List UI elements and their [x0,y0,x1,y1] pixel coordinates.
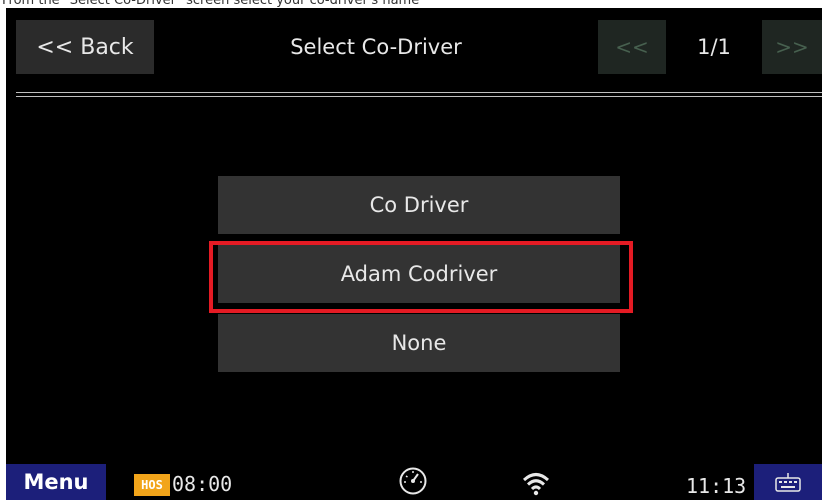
page-indicator: 1/1 [697,35,731,59]
hos-badge: HOS [134,474,170,496]
keyboard-icon [775,473,801,492]
header-divider [16,92,822,97]
next-page-button[interactable]: >> [762,20,822,74]
keyboard-button[interactable] [754,464,822,500]
gauge-icon[interactable] [398,466,428,496]
page-title: Select Co-Driver [290,35,462,59]
status-bar: Menu HOS 08:00 11:13 [6,460,822,500]
driver-option-none[interactable]: None [218,314,620,372]
caption-text: From the "Select Co-Driver" screen selec… [2,0,420,8]
back-button[interactable]: << Back [16,20,154,74]
hos-time: 08:00 [172,472,233,496]
driver-option-adam-codriver[interactable]: Adam Codriver [218,245,620,303]
menu-button[interactable]: Menu [6,464,106,500]
instruction-caption: From the "Select Co-Driver" screen selec… [0,0,822,8]
wifi-icon [522,473,550,496]
driver-option-co-driver[interactable]: Co Driver [218,176,620,234]
clock: 11:13 [686,474,747,498]
device-screen: << Back Select Co-Driver << 1/1 >> Co Dr… [6,8,822,500]
prev-page-button[interactable]: << [598,20,666,74]
